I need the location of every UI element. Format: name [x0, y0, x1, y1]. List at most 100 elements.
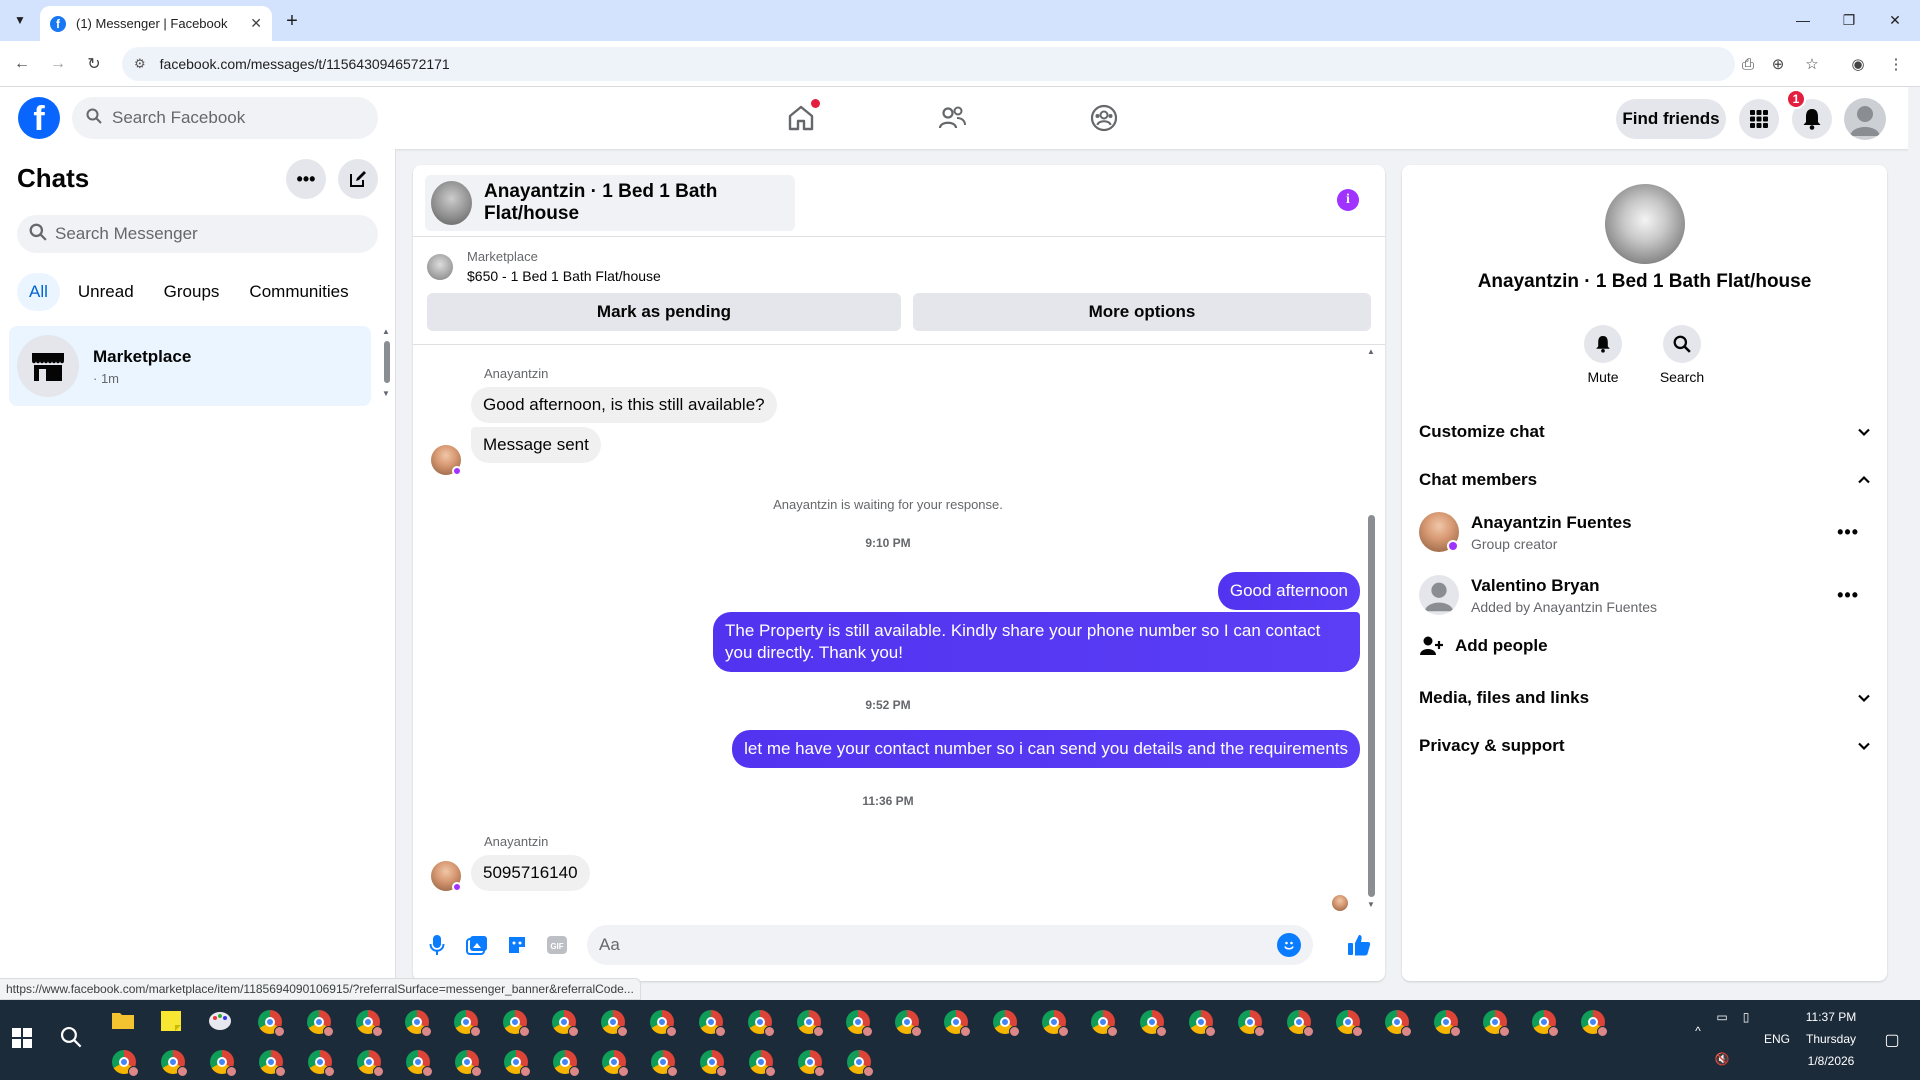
chrome-window-icon[interactable] — [405, 1010, 432, 1037]
browser-tab[interactable]: f (1) Messenger | Facebook ✕ — [40, 6, 272, 41]
chrome-window-icon[interactable] — [161, 1050, 188, 1077]
friends-nav-button[interactable] — [930, 96, 974, 140]
menu-grid-button[interactable] — [1739, 99, 1779, 139]
member-options-icon[interactable]: ••• — [1837, 585, 1859, 606]
chrome-window-icon[interactable] — [112, 1050, 139, 1077]
chrome-window-icon[interactable] — [847, 1050, 874, 1077]
scroll-down-icon[interactable]: ▼ — [382, 389, 390, 398]
mute-button[interactable]: Mute — [1563, 325, 1643, 385]
chat-item-marketplace[interactable]: Marketplace · 1m — [9, 326, 371, 406]
chrome-window-icon[interactable] — [308, 1050, 335, 1077]
chrome-window-icon[interactable] — [699, 1010, 726, 1037]
close-window-button[interactable]: ✕ — [1872, 6, 1918, 34]
chrome-window-icon[interactable] — [1385, 1010, 1412, 1037]
chrome-window-icon[interactable] — [307, 1010, 334, 1037]
url-field[interactable]: ⚙ facebook.com/messages/t/11564309465721… — [122, 47, 1735, 81]
search-in-chat-button[interactable]: Search — [1642, 325, 1722, 385]
tab-search-dropdown[interactable]: ▼ — [8, 8, 32, 32]
new-tab-button[interactable]: + — [280, 9, 304, 33]
chrome-window-icon[interactable] — [1287, 1010, 1314, 1037]
member-options-icon[interactable]: ••• — [1837, 522, 1859, 543]
chat-members-section[interactable]: Chat members — [1419, 462, 1871, 498]
scroll-thumb[interactable] — [1368, 515, 1375, 897]
sticky-notes-icon[interactable] — [160, 1010, 184, 1034]
file-explorer-icon[interactable] — [111, 1010, 135, 1034]
chrome-window-icon[interactable] — [258, 1010, 285, 1037]
chrome-window-icon[interactable] — [798, 1050, 825, 1077]
zoom-icon[interactable]: ⊕ — [1766, 52, 1790, 76]
scroll-down-icon[interactable]: ▼ — [1367, 900, 1375, 909]
chrome-window-icon[interactable] — [1336, 1010, 1363, 1037]
incoming-message[interactable]: Message sent — [471, 427, 601, 463]
install-app-icon[interactable]: ⎙ — [1736, 52, 1760, 76]
filter-all[interactable]: All — [17, 273, 60, 311]
privacy-support-section[interactable]: Privacy & support — [1419, 728, 1871, 764]
chrome-window-icon[interactable] — [1532, 1010, 1559, 1037]
chrome-window-icon[interactable] — [601, 1010, 628, 1037]
outgoing-message[interactable]: let me have your contact number so i can… — [732, 730, 1360, 768]
conversation-scrollbar[interactable]: ▲ ▼ — [1364, 345, 1378, 909]
gif-button[interactable]: GIF — [545, 933, 569, 957]
chrome-window-icon[interactable] — [1238, 1010, 1265, 1037]
conversation-info-icon[interactable]: i — [1337, 189, 1359, 211]
scroll-thumb[interactable] — [384, 341, 390, 383]
chrome-window-icon[interactable] — [210, 1050, 237, 1077]
mark-as-pending-button[interactable]: Mark as pending — [427, 293, 901, 331]
chrome-window-icon[interactable] — [406, 1050, 433, 1077]
message-input[interactable]: Aa — [587, 925, 1313, 965]
search-button[interactable] — [60, 1026, 84, 1050]
bookmark-star-icon[interactable]: ☆ — [1800, 52, 1824, 76]
chat-member-row[interactable]: Anayantzin Fuentes Group creator ••• — [1419, 507, 1871, 557]
more-options-button[interactable]: More options — [913, 293, 1371, 331]
chrome-window-icon[interactable] — [797, 1010, 824, 1037]
back-button[interactable]: ← — [8, 50, 36, 78]
chrome-window-icon[interactable] — [1483, 1010, 1510, 1037]
clock-time[interactable]: 11:37 PM — [1800, 1010, 1862, 1024]
like-button[interactable] — [1347, 933, 1371, 957]
chrome-window-icon[interactable] — [895, 1010, 922, 1037]
reload-button[interactable]: ↻ — [80, 50, 108, 78]
customize-chat-section[interactable]: Customize chat — [1419, 414, 1871, 450]
account-avatar[interactable] — [1844, 98, 1886, 140]
outgoing-message[interactable]: Good afternoon — [1217, 572, 1360, 610]
battery-icon[interactable]: ▯ — [1736, 1010, 1756, 1024]
tab-close-icon[interactable]: ✕ — [250, 15, 262, 32]
chat-list-scrollbar[interactable]: ▲ ▼ — [381, 327, 393, 399]
chrome-window-icon[interactable] — [1581, 1010, 1608, 1037]
chrome-window-icon[interactable] — [650, 1010, 677, 1037]
media-files-links-section[interactable]: Media, files and links — [1419, 680, 1871, 716]
new-message-button[interactable] — [338, 159, 378, 199]
chrome-window-icon[interactable] — [356, 1010, 383, 1037]
facebook-logo-icon[interactable]: f — [18, 97, 60, 139]
chrome-window-icon[interactable] — [455, 1050, 482, 1077]
start-button[interactable] — [12, 1028, 36, 1052]
add-people-button[interactable]: Add people — [1419, 635, 1548, 657]
network-icon[interactable]: ▭ — [1712, 1010, 1732, 1024]
home-nav-button[interactable] — [779, 96, 823, 140]
filter-communities[interactable]: Communities — [237, 273, 360, 311]
chrome-window-icon[interactable] — [504, 1050, 531, 1077]
chrome-window-icon[interactable] — [944, 1010, 971, 1037]
conversation-header[interactable]: Anayantzin · 1 Bed 1 Bath Flat/house — [425, 175, 795, 231]
forward-button[interactable]: → — [44, 50, 72, 78]
chrome-window-icon[interactable] — [553, 1050, 580, 1077]
chrome-window-icon[interactable] — [1434, 1010, 1461, 1037]
chrome-window-icon[interactable] — [1042, 1010, 1069, 1037]
language-indicator[interactable]: ENG — [1762, 1032, 1792, 1046]
messenger-search-input[interactable]: Search Messenger — [17, 215, 378, 253]
chrome-window-icon[interactable] — [602, 1050, 629, 1077]
chrome-window-icon[interactable] — [846, 1010, 873, 1037]
chat-options-button[interactable]: ••• — [286, 159, 326, 199]
site-info-icon[interactable]: ⚙ — [134, 56, 146, 72]
emoji-picker-icon[interactable] — [1277, 933, 1301, 957]
profile-icon[interactable]: ◉ — [1846, 52, 1870, 76]
chrome-window-icon[interactable] — [1189, 1010, 1216, 1037]
incoming-message[interactable]: Good afternoon, is this still available? — [471, 387, 777, 423]
filter-unread[interactable]: Unread — [66, 273, 146, 311]
groups-nav-button[interactable] — [1082, 96, 1126, 140]
chrome-window-icon[interactable] — [993, 1010, 1020, 1037]
chrome-window-icon[interactable] — [651, 1050, 678, 1077]
paint-app-icon[interactable] — [208, 1010, 232, 1034]
scroll-up-icon[interactable]: ▲ — [1367, 347, 1375, 356]
outgoing-message[interactable]: The Property is still available. Kindly … — [713, 612, 1360, 672]
